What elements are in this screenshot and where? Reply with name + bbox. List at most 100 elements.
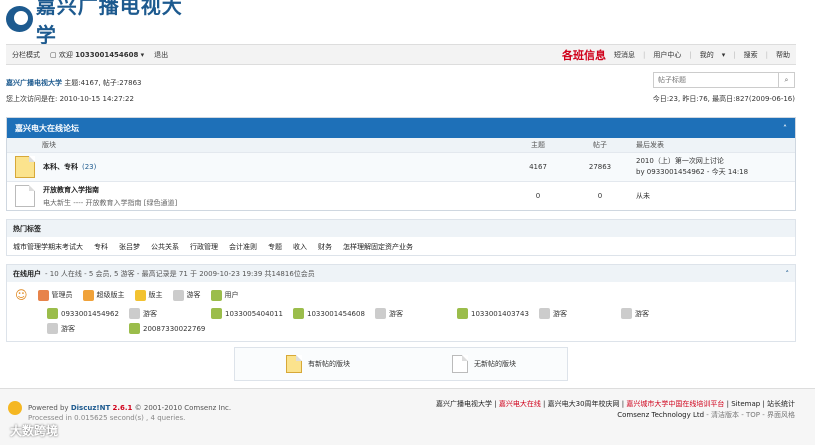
member-icon [293, 308, 304, 319]
member-icon [211, 308, 222, 319]
class-info-link[interactable]: 各班信息 [562, 47, 606, 63]
style-links[interactable]: - 清洁版本 - TOP - 界面风格 [706, 411, 795, 419]
search-input[interactable] [654, 73, 778, 87]
no-new-posts-icon [15, 185, 35, 207]
tag-item[interactable]: 张吕梦 [119, 242, 140, 252]
tag-item[interactable]: 专题 [268, 242, 282, 252]
tag-item[interactable]: 城市管理学期末考试大 [13, 242, 83, 252]
today-count: (23) [82, 163, 97, 171]
guest-label: 游客 [553, 309, 567, 318]
last-post-title[interactable]: 2010（上）第一次网上讨论 [636, 156, 795, 167]
forum-name[interactable]: 本科、专科 [43, 162, 78, 172]
collapse-icon[interactable]: ˄ [786, 270, 790, 278]
messages-link[interactable]: 短消息 [614, 50, 635, 60]
footer: Powered by Discuz!NT 2.6.1 © 2001-2010 C… [0, 388, 815, 445]
col-forum: 版块 [42, 141, 56, 149]
moderator-icon [134, 289, 146, 301]
member-icon [210, 289, 222, 301]
footer-link[interactable]: 嘉兴电大30周年校庆网 [548, 400, 620, 408]
layout-mode-link[interactable]: 分栏模式 [12, 50, 40, 60]
chevron-down-icon[interactable]: ▾ [722, 51, 726, 59]
copyright: © 2001-2010 Comsenz Inc. [134, 404, 232, 412]
member-icon [129, 323, 140, 334]
legend-super-mod: 超级版主 [96, 291, 125, 299]
site-logo[interactable]: 嘉兴广播电视大学 [6, 0, 186, 47]
post-count: 27863 [588, 163, 612, 171]
processed-info: Processed in 0.015625 second(s) , 4 quer… [28, 414, 186, 422]
tag-item[interactable]: 专科 [94, 242, 108, 252]
online-title: 在线用户 [13, 269, 41, 278]
user-welcome: ▢ 欢迎 1033001454608 ▾ [50, 50, 144, 60]
legend-member: 用户 [224, 291, 239, 299]
tag-item[interactable]: 财务 [318, 242, 332, 252]
top-navbar: 分栏模式 ▢ 欢迎 1033001454608 ▾ 退出 各班信息 短消息 | 用… [6, 44, 796, 65]
new-posts-icon [15, 156, 35, 178]
tag-item[interactable]: 行政管理 [190, 242, 218, 252]
logout-link[interactable]: 退出 [154, 50, 168, 60]
super-mod-icon [82, 289, 94, 301]
admin-icon [37, 289, 49, 301]
tag-item[interactable]: 会计准则 [229, 242, 257, 252]
footer-link[interactable]: 嘉兴广播电视大学 [436, 400, 492, 408]
my-menu[interactable]: 我的 [700, 50, 714, 60]
user-link[interactable]: 0933001454962 [61, 310, 119, 318]
forum-desc: 电大新生 ---- 开放教育入学指南 [绿色通道] [43, 198, 178, 207]
site-info: 嘉兴广播电视大学 主题:4167, 帖子:27863 您上次访问是在: 2010… [6, 75, 141, 107]
member-icon [457, 308, 468, 319]
user-link[interactable]: 1033001403743 [471, 310, 529, 318]
user-link[interactable]: 1033001454608 [307, 310, 365, 318]
forum-category: 嘉兴电大在线论坛 ˄ 版块 主题 帖子 最后发表 本科、专科 (23) 4167… [6, 117, 796, 211]
new-posts-icon [286, 355, 302, 373]
discuz-link[interactable]: Discuz!NT [71, 404, 110, 412]
tag-item[interactable]: 收入 [293, 242, 307, 252]
tag-list: 城市管理学期末考试大 专科 张吕梦 公共关系 行政管理 会计准则 专题 收入 财… [7, 237, 795, 257]
username[interactable]: 1033001454608 [75, 51, 138, 59]
collapse-icon[interactable]: ˄ [783, 124, 787, 133]
guest-label: 游客 [143, 309, 157, 318]
logo-icon [6, 6, 33, 32]
user-link[interactable]: 1033005404011 [225, 310, 283, 318]
sitemap-link[interactable]: Sitemap [731, 400, 760, 408]
site-counts: 主题:4167, 帖子:27863 [64, 79, 142, 87]
guest-label: 游客 [635, 309, 649, 318]
footer-link[interactable]: 嘉兴电大在线 [499, 400, 541, 408]
tag-item[interactable]: 公共关系 [151, 242, 179, 252]
forum-name[interactable]: 开放教育入学指南 [43, 185, 177, 195]
version: 2.6.1 [112, 404, 133, 412]
help-link[interactable]: 帮助 [776, 50, 790, 60]
guest-icon [47, 323, 58, 334]
watermark: 大数跨境 [10, 424, 59, 438]
guest-icon [621, 308, 632, 319]
legend-none: 无新帖的版块 [474, 360, 516, 368]
guest-label: 游客 [389, 309, 403, 318]
member-icon [47, 308, 58, 319]
user-center-link[interactable]: 用户中心 [653, 50, 681, 60]
category-title[interactable]: 嘉兴电大在线论坛 [15, 123, 79, 134]
col-last: 最后发表 [636, 141, 664, 149]
footer-link[interactable]: 嘉兴城市大学中国在线培训平台 [626, 400, 724, 408]
table-header: 版块 主题 帖子 最后发表 [7, 138, 795, 152]
forum-row: 本科、专科 (23) 4167 27863 2010（上）第一次网上讨论 by … [7, 152, 795, 181]
tag-item[interactable]: 怎样理解固定资产业务 [343, 242, 413, 252]
user-link[interactable]: 20087330022769 [143, 325, 205, 333]
user-icon: ▢ [50, 50, 57, 59]
guest-icon [375, 308, 386, 319]
search-box: ⌕ [653, 72, 795, 88]
last-post-by[interactable]: by 0933001454962 - 今天 14:18 [636, 167, 795, 178]
post-stats: 今日:23, 昨日:76, 最高日:827(2009-06-16) [652, 95, 795, 103]
welcome-text: 欢迎 [58, 50, 73, 59]
online-summary: - 10 人在线 - 5 会员, 5 游客 - 最高记录是 71 于 2009-… [45, 269, 315, 278]
stats-link[interactable]: 站长统计 [767, 400, 795, 408]
col-topics: 主题 [531, 141, 545, 149]
no-new-posts-icon [452, 355, 468, 373]
category-header: 嘉兴电大在线论坛 ˄ [7, 118, 795, 138]
search-icon[interactable]: ⌕ [778, 73, 794, 87]
role-legend: ☺ 管理员 超级版主 版主 游客 用户 [7, 282, 795, 308]
legend-new: 有新帖的版块 [308, 360, 350, 368]
forum-icon-legend: 有新帖的版块 无新帖的版块 [234, 347, 568, 381]
search-link[interactable]: 搜索 [744, 50, 758, 60]
chevron-down-icon[interactable]: ▾ [141, 51, 145, 59]
hot-tags-panel: 热门标签 城市管理学期末考试大 专科 张吕梦 公共关系 行政管理 会计准则 专题… [6, 219, 796, 256]
site-name-link[interactable]: 嘉兴广播电视大学 [6, 79, 62, 87]
company: Comsenz Technology Ltd [617, 411, 705, 419]
